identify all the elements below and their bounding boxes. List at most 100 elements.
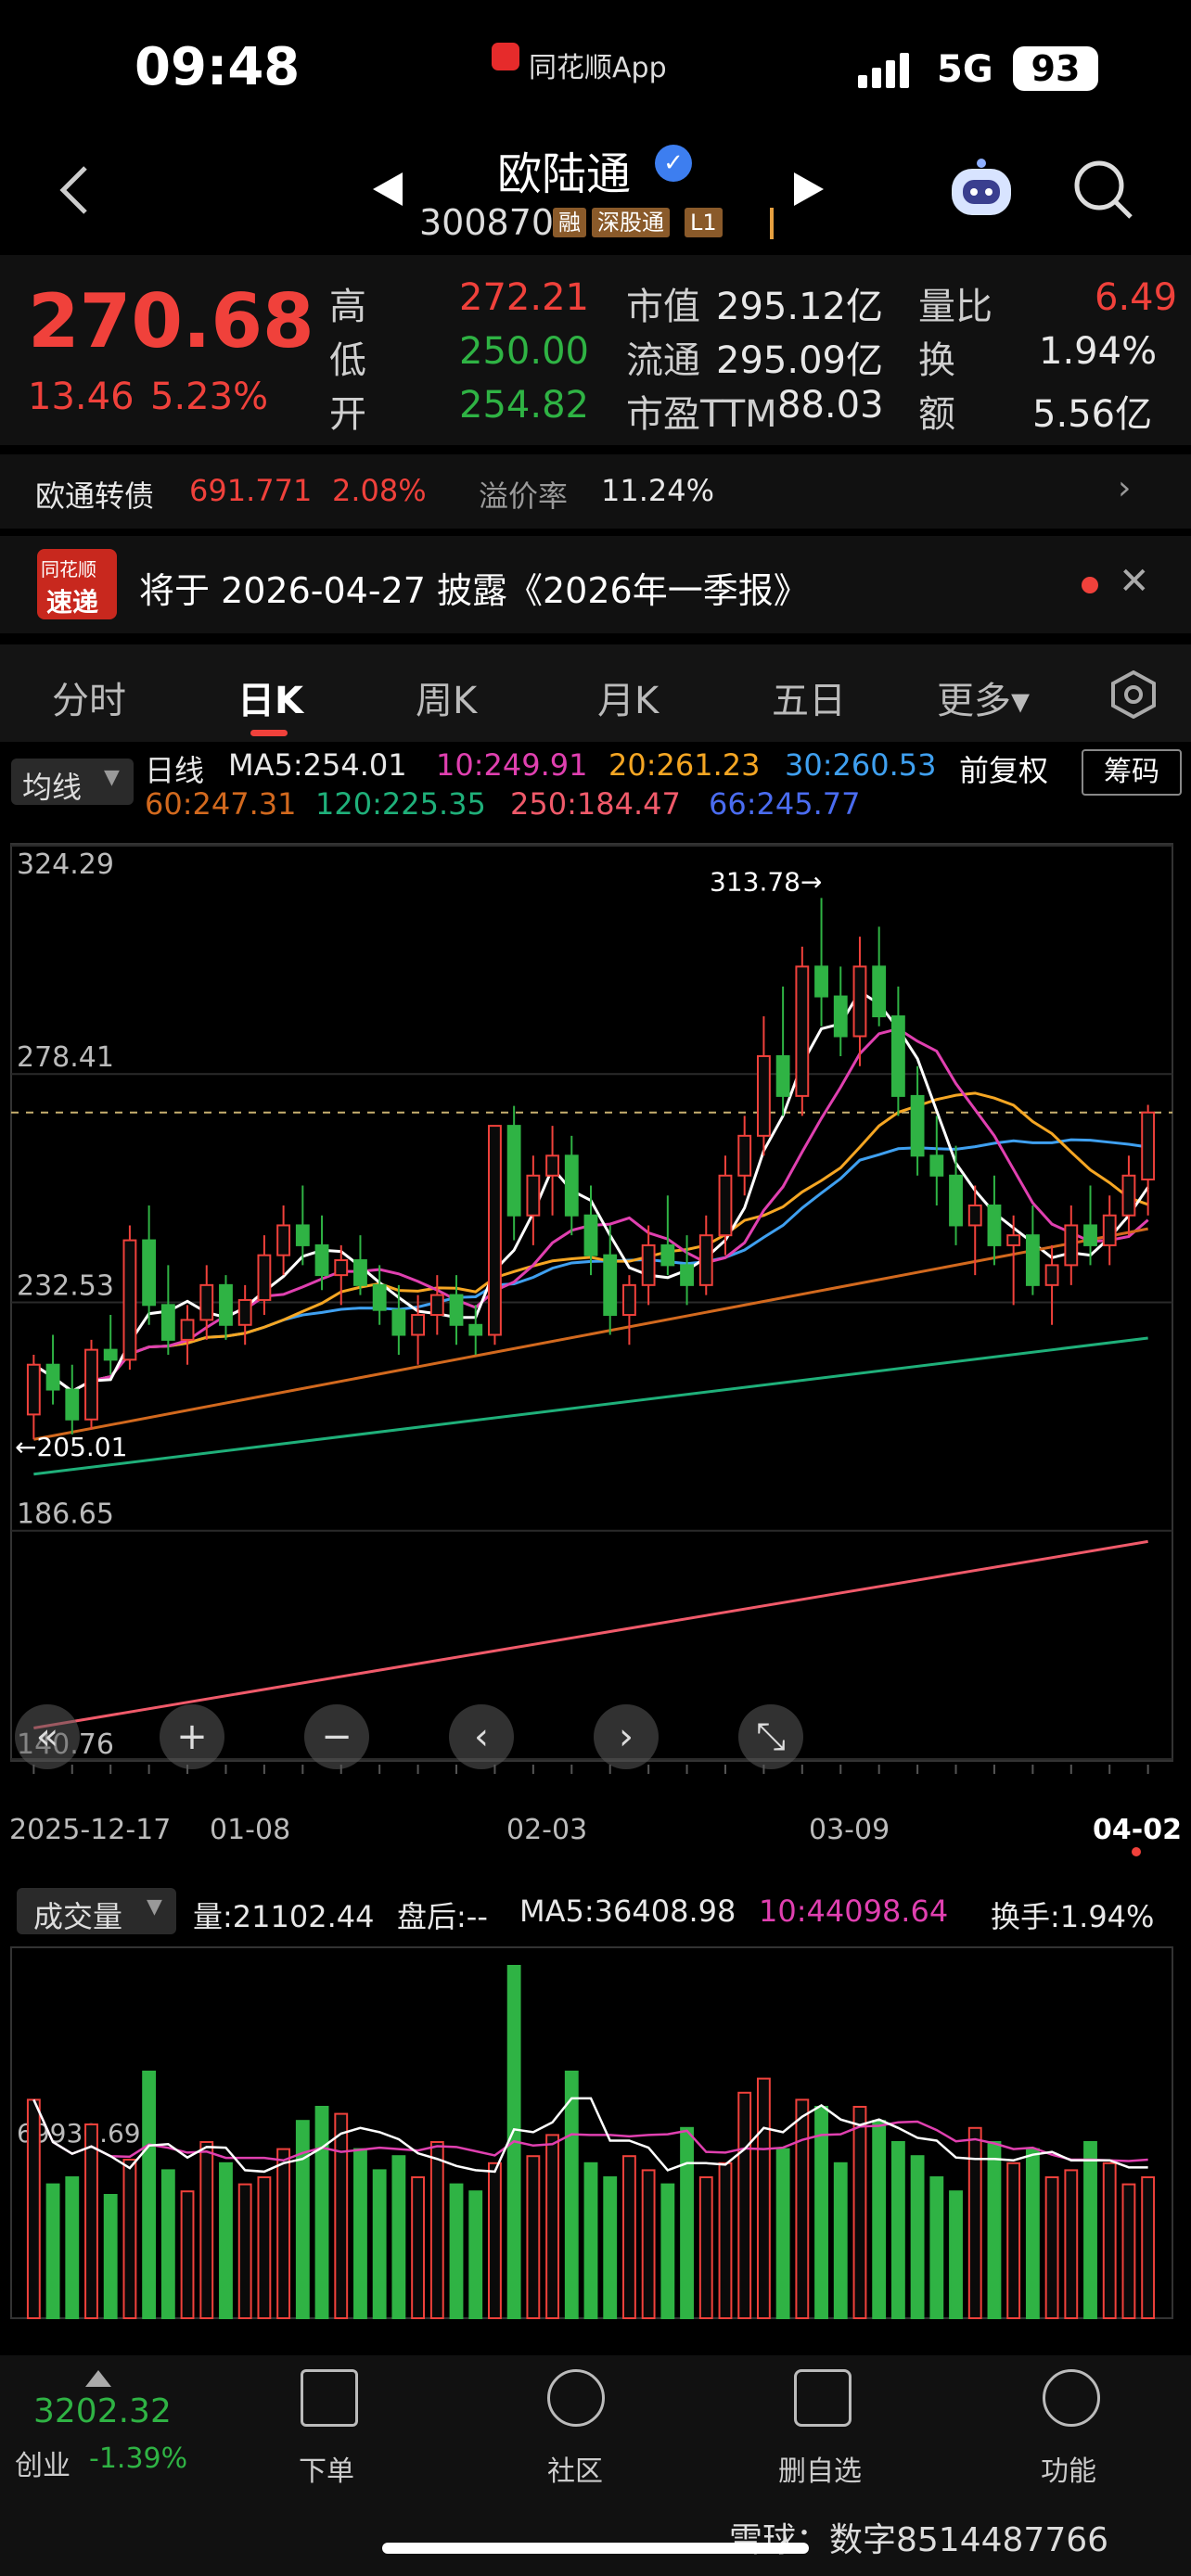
tab-monthly[interactable]: 月K — [597, 670, 659, 724]
volume-bar — [526, 2155, 541, 2319]
app-name: 同花顺App — [529, 52, 667, 84]
premium-label: 溢价率 — [479, 478, 569, 514]
adjust-mode[interactable]: 前复权 — [959, 747, 1048, 790]
candle — [641, 1225, 656, 1306]
candle — [488, 1125, 502, 1345]
level1-tag: L1 — [685, 208, 723, 237]
x-tick-2: 02-03 — [506, 1814, 588, 1846]
candle — [775, 986, 790, 1116]
network-type: 5G — [937, 48, 993, 91]
volume-bar — [852, 2106, 867, 2319]
candle — [372, 1265, 387, 1325]
candle — [756, 1016, 771, 1156]
y-tick-label: 232.53 — [17, 1269, 114, 1302]
home-indicator — [382, 2543, 809, 2554]
open-label: 开 — [329, 393, 366, 436]
sz-connect-tag: 深股通 — [592, 208, 670, 237]
period-tabs: 分时 日K 周K 月K 五日 更多▾ — [0, 644, 1191, 742]
back-icon[interactable] — [56, 162, 93, 218]
candle — [737, 1116, 752, 1196]
volume-bar — [488, 2162, 502, 2319]
candle — [160, 1265, 175, 1355]
current-date-dot — [1132, 1847, 1141, 1856]
nav-functions[interactable]: 功能 — [994, 2448, 1143, 2489]
chips-button[interactable]: 筹码 — [1082, 749, 1182, 796]
nav-order[interactable]: 下单 — [252, 2448, 401, 2489]
volume-bar — [680, 2126, 694, 2319]
order-icon[interactable] — [301, 2369, 358, 2427]
chevron-right-icon: › — [1118, 469, 1132, 507]
next-stock-icon[interactable] — [790, 169, 827, 213]
notice-bar[interactable]: 同花顺 速递 将于 2026-04-27 披露《2026年一季报》 ✕ — [0, 536, 1191, 633]
turnover-label: 换 — [918, 339, 955, 382]
chart-control-button[interactable]: › — [594, 1704, 659, 1769]
community-icon[interactable] — [547, 2369, 605, 2427]
convertible-bond-row[interactable]: 欧通转债 691.771 2.08% 溢价率 11.24% › — [0, 454, 1191, 529]
chart-control-button[interactable]: « — [15, 1704, 80, 1769]
battery-level: 93 — [1013, 46, 1098, 91]
chart-control-button[interactable]: ‹ — [449, 1704, 514, 1769]
candle — [949, 1145, 963, 1245]
volume-bar — [84, 2123, 98, 2319]
chart-control-button[interactable]: − — [304, 1704, 369, 1769]
volume-indicator-select[interactable]: 成交量 ▼ — [17, 1888, 176, 1934]
volume-bar — [314, 2106, 329, 2319]
candle — [795, 946, 810, 1116]
volume-bar — [910, 2155, 925, 2319]
tab-intraday[interactable]: 分时 — [52, 670, 126, 724]
price-change-pct: 5.23% — [150, 376, 269, 418]
candle — [219, 1275, 233, 1340]
chart-control-button[interactable]: ⤡ — [738, 1704, 803, 1769]
pe-label: 市盈TTM — [626, 393, 777, 436]
robot-assistant-icon[interactable] — [946, 156, 1017, 221]
search-icon[interactable] — [1071, 158, 1136, 226]
close-icon[interactable]: ✕ — [1119, 560, 1150, 603]
x-tick-1: 01-08 — [210, 1814, 291, 1846]
turnover-value: 1.94% — [1039, 330, 1158, 373]
volume-bar — [583, 2162, 598, 2319]
nav-remove-watchlist[interactable]: 删自选 — [746, 2448, 894, 2489]
amount-label: 额 — [918, 393, 955, 436]
candle — [1102, 1195, 1117, 1266]
ma-daily: 日线 — [145, 753, 205, 788]
candle — [449, 1275, 464, 1345]
volume-bar — [698, 2176, 713, 2319]
volume-bar — [219, 2162, 233, 2319]
prev-stock-icon[interactable] — [369, 169, 406, 213]
tab-daily[interactable]: 日K — [237, 670, 303, 724]
candlestick-chart[interactable]: 324.29278.41232.53186.65140.76313.78→←20… — [0, 825, 1191, 1799]
low-value: 250.00 — [459, 330, 589, 373]
ma66-value: 66:245.77 — [709, 786, 861, 822]
tab-weekly[interactable]: 周K — [416, 670, 477, 724]
remove-watchlist-icon[interactable] — [794, 2369, 852, 2427]
volume-chart[interactable]: 69930.69 — [0, 1938, 1191, 2327]
cb-pct: 2.08% — [332, 473, 427, 508]
index-pct: -1.39% — [89, 2442, 188, 2475]
active-tab-indicator — [250, 730, 288, 736]
volume-bar — [987, 2141, 1002, 2319]
candle — [45, 1334, 60, 1405]
margin-tag: 融 — [553, 208, 586, 237]
settings-icon[interactable] — [1109, 670, 1158, 722]
chart-control-button[interactable]: + — [160, 1704, 224, 1769]
volume-bar — [26, 2098, 41, 2319]
volume-ma5: MA5:36408.98 — [519, 1894, 736, 1929]
y-tick-label: 324.29 — [17, 848, 114, 881]
menu-icon[interactable] — [1043, 2369, 1100, 2427]
x-tick-0: 2025-12-17 — [9, 1814, 172, 1846]
nav-community[interactable]: 社区 — [501, 2448, 649, 2489]
pe-value: 88.03 — [777, 384, 884, 427]
volume-bar — [295, 2120, 310, 2319]
tab-5day[interactable]: 五日 — [772, 670, 846, 724]
volume-value: 量:21102.44 — [193, 1899, 375, 1934]
candle — [65, 1364, 80, 1435]
y-tick-label: 278.41 — [17, 1041, 114, 1074]
volume-bar — [890, 2141, 905, 2319]
tag-divider — [770, 208, 774, 239]
volume-bar — [353, 2148, 367, 2319]
indicator-select[interactable]: 均线 ▼ — [11, 759, 134, 805]
price-change: 13.46 — [28, 376, 134, 418]
candle — [910, 1065, 925, 1176]
index-value[interactable]: 3202.32 — [33, 2392, 172, 2430]
tab-more[interactable]: 更多▾ — [937, 670, 1030, 724]
